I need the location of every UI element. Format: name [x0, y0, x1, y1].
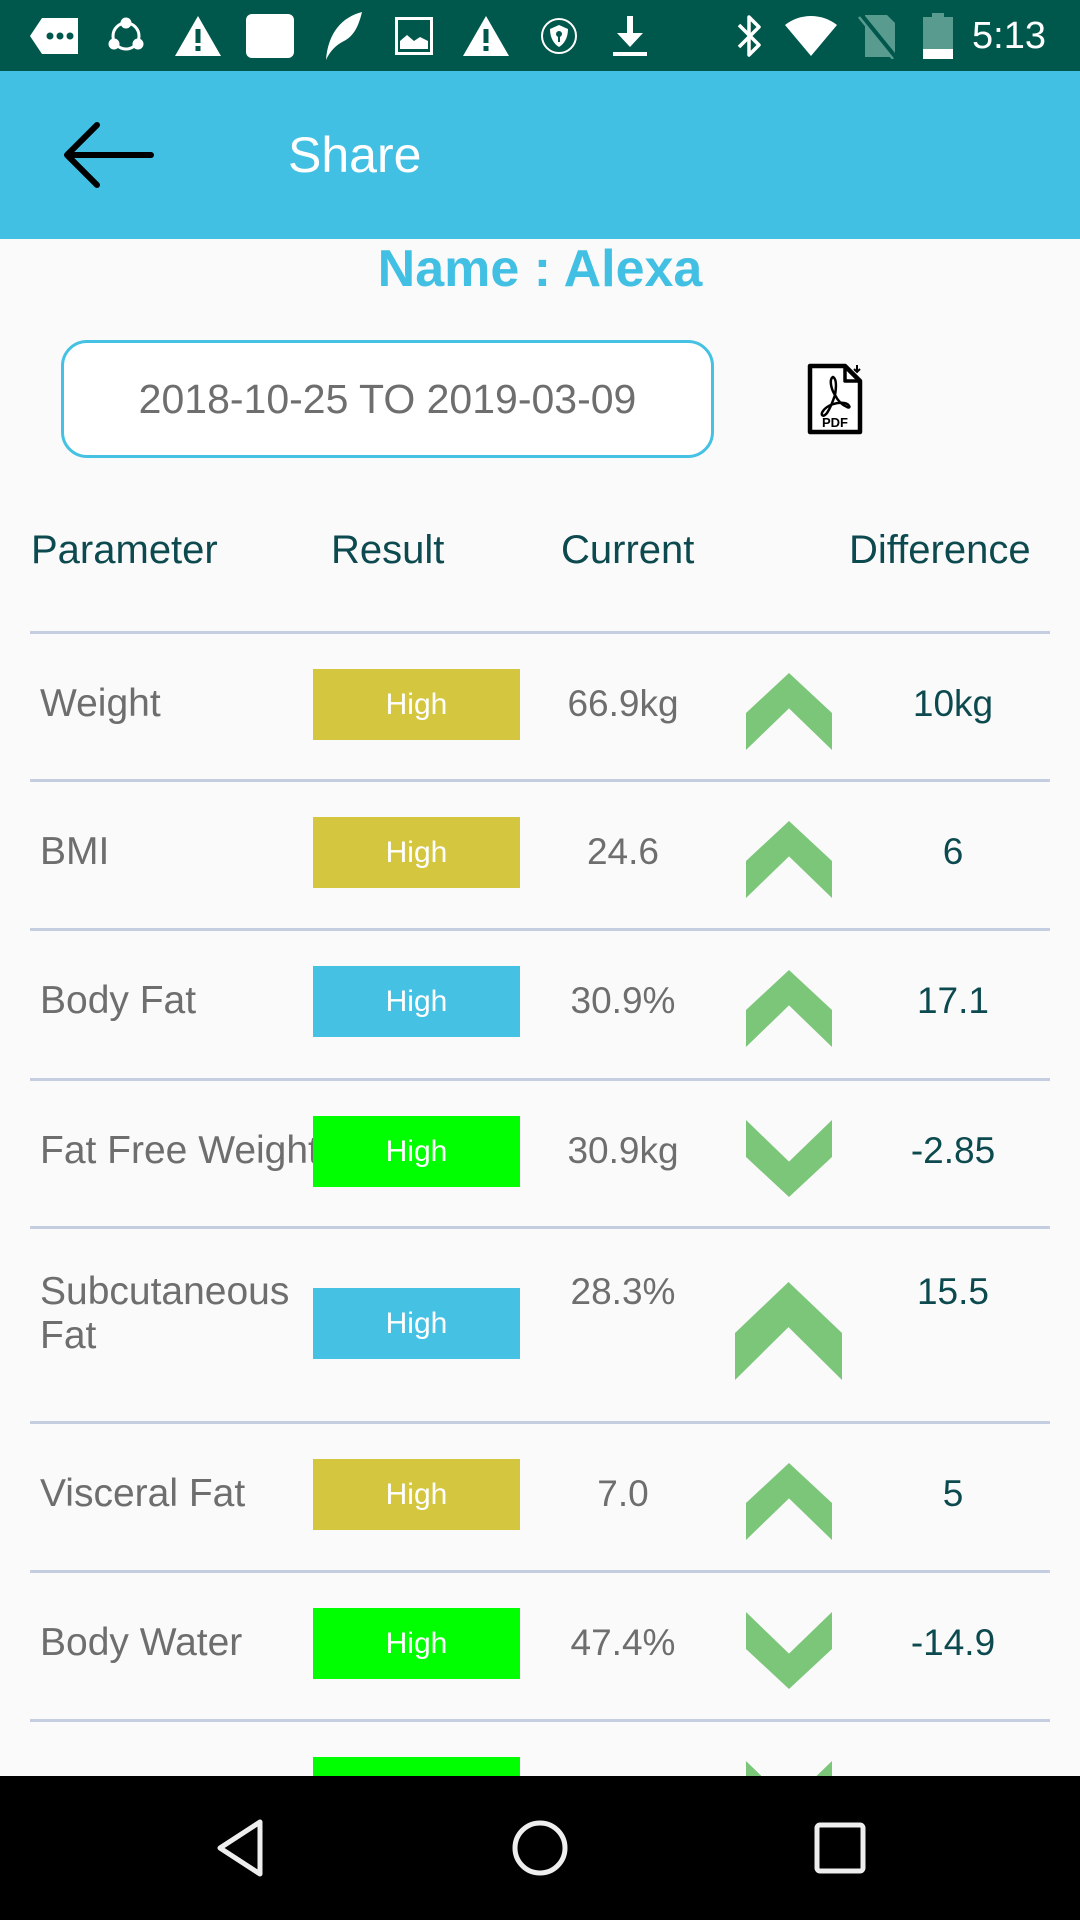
- back-triangle-icon: [214, 1818, 266, 1883]
- battery-icon: [922, 12, 954, 60]
- trend-up-icon: [746, 1463, 832, 1540]
- nav-recents-button[interactable]: [795, 1812, 885, 1888]
- table-header: Parameter Result Current Difference: [0, 520, 1080, 580]
- difference-value: 6: [942, 831, 964, 872]
- feather-icon: [322, 12, 364, 60]
- profile-name: Name : Alexa: [377, 240, 703, 298]
- result-badge[interactable]: High: [313, 1459, 520, 1530]
- warning-icon: [174, 12, 222, 60]
- shareit-icon: [106, 12, 146, 60]
- current-value: 24.6: [586, 831, 659, 872]
- result-badge[interactable]: High: [313, 1608, 520, 1679]
- navigation-bar: [0, 1776, 1080, 1920]
- parameter-name: Fat Free Weight: [40, 1129, 319, 1172]
- trend-down-icon: [746, 1120, 832, 1197]
- home-circle-icon: [510, 1818, 570, 1883]
- header-current: Current: [561, 528, 695, 572]
- difference-value: 15.5: [916, 1271, 989, 1312]
- result-badge[interactable]: High: [313, 669, 520, 740]
- status-bar: 5:13: [0, 0, 1080, 71]
- difference-value: -2.85: [910, 1130, 996, 1171]
- parameter-name: Visceral Fat: [40, 1472, 246, 1515]
- current-value: 30.9%: [570, 980, 676, 1021]
- difference-value: 17.1: [916, 980, 989, 1021]
- trend-up-icon: [746, 821, 832, 898]
- nav-home-button[interactable]: [495, 1812, 585, 1888]
- trend-up-icon: [735, 1282, 842, 1380]
- trend-up-icon: [746, 970, 832, 1047]
- no-sim-icon: [857, 12, 897, 60]
- status-time: 5:13: [972, 15, 1046, 57]
- table-row: Body Water High 47.4% -14.9: [0, 1571, 1080, 1720]
- recents-square-icon: [813, 1821, 867, 1880]
- result-badge[interactable]: High: [313, 1116, 520, 1187]
- parameter-name: Body Water: [40, 1621, 243, 1664]
- result-badge[interactable]: High: [313, 1288, 520, 1359]
- table-row: Body Fat High 30.9% 17.1: [0, 929, 1080, 1079]
- difference-value: -14.9: [910, 1622, 996, 1663]
- svg-text:PDF: PDF: [822, 415, 848, 430]
- arrow-back-icon: [61, 121, 155, 194]
- back-button[interactable]: [50, 115, 166, 199]
- date-range-value: 2018-10-25 TO 2019-03-09: [138, 375, 637, 422]
- nav-back-button[interactable]: [195, 1812, 285, 1888]
- result-badge[interactable]: High: [313, 966, 520, 1037]
- current-value: 28.3%: [570, 1271, 676, 1312]
- header-difference: Difference: [849, 528, 1031, 572]
- parameter-name: Subcutaneous Fat: [40, 1270, 290, 1357]
- wifi-icon: [784, 12, 838, 60]
- current-value: 66.9kg: [567, 683, 679, 724]
- page-title: Share: [288, 127, 422, 183]
- warning-icon: [462, 12, 510, 60]
- result-badge[interactable]: High: [313, 817, 520, 888]
- table-row: Subcutaneous Fat High 28.3% 15.5: [0, 1227, 1080, 1422]
- parameter-name: Weight: [40, 682, 161, 725]
- bluetooth-icon: [734, 12, 764, 60]
- date-range-picker[interactable]: 2018-10-25 TO 2019-03-09: [61, 340, 714, 458]
- header-parameter: Parameter: [31, 528, 218, 572]
- export-pdf-button[interactable]: PDF: [800, 360, 870, 442]
- header-result: Result: [331, 528, 445, 572]
- parameter-name: Body Fat: [40, 979, 197, 1022]
- image-icon: [395, 12, 433, 60]
- difference-value: 5: [942, 1473, 964, 1514]
- current-value: 7.0: [597, 1473, 649, 1514]
- table-row: Visceral Fat High 7.0 5: [0, 1422, 1080, 1571]
- parameter-name: BMI: [40, 830, 110, 873]
- download-icon: [612, 12, 648, 60]
- table-row: BMI High 24.6 6: [0, 780, 1080, 929]
- trend-down-icon: [746, 1612, 832, 1689]
- table-row: Weight High 66.9kg 10kg: [0, 632, 1080, 780]
- app-bar: Share: [0, 71, 1080, 239]
- current-value: 47.4%: [570, 1622, 676, 1663]
- difference-value: 10kg: [912, 683, 994, 724]
- pdf-file-icon: PDF: [805, 363, 865, 440]
- vpn-shield-icon: [540, 12, 578, 60]
- message-icon: [28, 12, 80, 60]
- table-row: Fat Free Weight High 30.9kg -2.85: [0, 1079, 1080, 1227]
- current-value: 30.9kg: [567, 1130, 679, 1171]
- square-app-icon: [245, 12, 295, 60]
- trend-up-icon: [746, 673, 832, 750]
